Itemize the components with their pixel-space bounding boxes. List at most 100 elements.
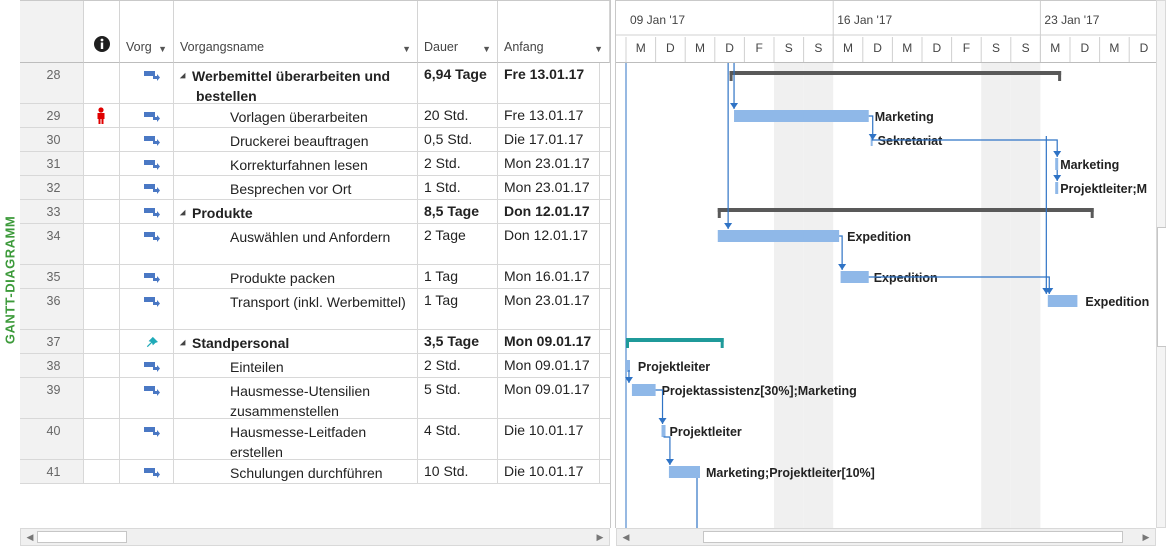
task-duration[interactable]: 0,5 Std. (418, 128, 498, 151)
task-name[interactable]: Hausmesse-Leitfaden erstellen (174, 419, 418, 459)
chevron-down-icon[interactable]: ▼ (402, 44, 411, 54)
task-duration[interactable]: 2 Tage (418, 224, 498, 264)
task-duration[interactable]: 4 Std. (418, 419, 498, 459)
task-name[interactable]: Auswählen und Anfordern (174, 224, 418, 264)
scroll-thumb[interactable] (37, 531, 127, 543)
task-mode-cell[interactable] (120, 460, 174, 483)
task-start[interactable]: Mon 23.01.17 (498, 176, 600, 199)
task-start[interactable]: Die 10.01.17 (498, 419, 600, 459)
table-row[interactable]: 34 Auswählen und Anfordern 2 Tage Don 12… (20, 224, 610, 265)
table-row[interactable]: 38 Einteilen 2 Std. Mon 09.01.17 (20, 354, 610, 378)
task-name[interactable]: Hausmesse-Utensilien zusammenstellen (174, 378, 418, 418)
task-mode-cell[interactable] (120, 200, 174, 223)
row-id[interactable]: 40 (20, 419, 84, 459)
row-id[interactable]: 35 (20, 265, 84, 288)
scroll-left-icon[interactable]: ◀ (619, 532, 633, 543)
task-name[interactable]: Korrekturfahnen lesen (174, 152, 418, 175)
task-duration[interactable]: 20 Std. (418, 104, 498, 127)
chevron-down-icon[interactable]: ▼ (158, 44, 167, 54)
task-duration[interactable]: 2 Std. (418, 354, 498, 377)
row-id[interactable]: 30 (20, 128, 84, 151)
task-name[interactable]: Standpersonal (174, 330, 418, 353)
table-row[interactable]: 37 Standpersonal 3,5 Tage Mon 09.01.17 (20, 330, 610, 354)
task-start[interactable]: Fre 13.01.17 (498, 63, 600, 103)
row-id[interactable]: 38 (20, 354, 84, 377)
name-column-header[interactable]: Vorgangsname ▼ (174, 1, 418, 63)
task-name[interactable]: Besprechen vor Ort (174, 176, 418, 199)
task-mode-cell[interactable] (120, 152, 174, 175)
scroll-left-icon[interactable]: ◀ (23, 532, 37, 543)
table-row[interactable]: 36 Transport (inkl. Werbemittel) 1 Tag M… (20, 289, 610, 330)
task-duration[interactable]: 10 Std. (418, 460, 498, 483)
task-mode-cell[interactable] (120, 378, 174, 418)
task-name[interactable]: Produkte (174, 200, 418, 223)
gantt-vertical-scrollbar[interactable] (1156, 0, 1166, 528)
table-row[interactable]: 39 Hausmesse-Utensilien zusammenstellen … (20, 378, 610, 419)
row-id[interactable]: 34 (20, 224, 84, 264)
row-id[interactable]: 37 (20, 330, 84, 353)
task-name[interactable]: Vorlagen überarbeiten (174, 104, 418, 127)
task-mode-cell[interactable] (120, 330, 174, 353)
row-id[interactable]: 29 (20, 104, 84, 127)
task-mode-cell[interactable] (120, 104, 174, 127)
task-name[interactable]: Einteilen (174, 354, 418, 377)
row-id[interactable]: 32 (20, 176, 84, 199)
task-duration[interactable]: 1 Tag (418, 289, 498, 329)
task-name[interactable]: Werbemittel überarbeiten und bestellen (174, 63, 418, 103)
row-id[interactable]: 39 (20, 378, 84, 418)
task-start[interactable]: Don 12.01.17 (498, 200, 600, 223)
task-mode-cell[interactable] (120, 419, 174, 459)
table-row[interactable]: 35 Produkte packen 1 Tag Mon 16.01.17 (20, 265, 610, 289)
task-duration[interactable]: 6,94 Tage (418, 63, 498, 103)
task-start[interactable]: Mon 23.01.17 (498, 289, 600, 329)
task-start[interactable]: Mon 09.01.17 (498, 330, 600, 353)
task-start[interactable]: Mon 16.01.17 (498, 265, 600, 288)
row-id[interactable]: 41 (20, 460, 84, 483)
collapse-triangle-icon[interactable] (179, 339, 189, 349)
table-row[interactable]: 28 Werbemittel überarbeiten und bestelle… (20, 63, 610, 104)
task-mode-cell[interactable] (120, 128, 174, 151)
scroll-thumb[interactable] (703, 531, 1123, 543)
task-duration[interactable]: 5 Std. (418, 378, 498, 418)
table-row[interactable]: 41 Schulungen durchführen 10 Std. Die 10… (20, 460, 610, 484)
task-duration[interactable]: 3,5 Tage (418, 330, 498, 353)
task-mode-cell[interactable] (120, 63, 174, 103)
indicator-column-header[interactable] (84, 1, 120, 63)
gantt-bars[interactable]: Marketing Sekretariat Marketing Projektleit… (616, 1, 1156, 529)
row-id[interactable]: 33 (20, 200, 84, 223)
view-label[interactable]: GANTT-DIAGRAMM (2, 210, 18, 350)
task-start[interactable]: Mon 09.01.17 (498, 378, 600, 418)
task-name[interactable]: Schulungen durchführen (174, 460, 418, 483)
task-start[interactable]: Die 17.01.17 (498, 128, 600, 151)
scroll-right-icon[interactable]: ▶ (1139, 532, 1153, 543)
select-all-corner[interactable] (20, 1, 84, 63)
view-bar[interactable]: GANTT-DIAGRAMM (0, 0, 20, 546)
table-row[interactable]: 30 Druckerei beauftragen 0,5 Std. Die 17… (20, 128, 610, 152)
table-horizontal-scrollbar[interactable]: ◀ ▶ (20, 528, 610, 546)
task-start[interactable]: Don 12.01.17 (498, 224, 600, 264)
task-mode-cell[interactable] (120, 176, 174, 199)
collapse-triangle-icon[interactable] (179, 72, 189, 82)
row-id[interactable]: 28 (20, 63, 84, 103)
task-mode-cell[interactable] (120, 354, 174, 377)
scroll-right-icon[interactable]: ▶ (593, 532, 607, 543)
duration-column-header[interactable]: Dauer ▼ (418, 1, 498, 63)
task-duration[interactable]: 1 Std. (418, 176, 498, 199)
task-start[interactable]: Fre 13.01.17 (498, 104, 600, 127)
table-row[interactable]: 32 Besprechen vor Ort 1 Std. Mon 23.01.1… (20, 176, 610, 200)
scroll-thumb[interactable] (1157, 227, 1166, 347)
gantt-chart[interactable]: M D M D F S S M D M D F S S M D M D 09 Jan '17 16 Jan '17 23… (616, 0, 1156, 529)
task-mode-cell[interactable] (120, 265, 174, 288)
row-id[interactable]: 36 (20, 289, 84, 329)
chevron-down-icon[interactable]: ▼ (594, 44, 603, 54)
task-start[interactable]: Die 10.01.17 (498, 460, 600, 483)
task-name[interactable]: Produkte packen (174, 265, 418, 288)
task-duration[interactable]: 1 Tag (418, 265, 498, 288)
row-id[interactable]: 31 (20, 152, 84, 175)
task-duration[interactable]: 2 Std. (418, 152, 498, 175)
table-row[interactable]: 40 Hausmesse-Leitfaden erstellen 4 Std. … (20, 419, 610, 460)
collapse-triangle-icon[interactable] (179, 209, 189, 219)
task-duration[interactable]: 8,5 Tage (418, 200, 498, 223)
task-name[interactable]: Transport (inkl. Werbemittel) (174, 289, 418, 329)
task-mode-cell[interactable] (120, 224, 174, 264)
